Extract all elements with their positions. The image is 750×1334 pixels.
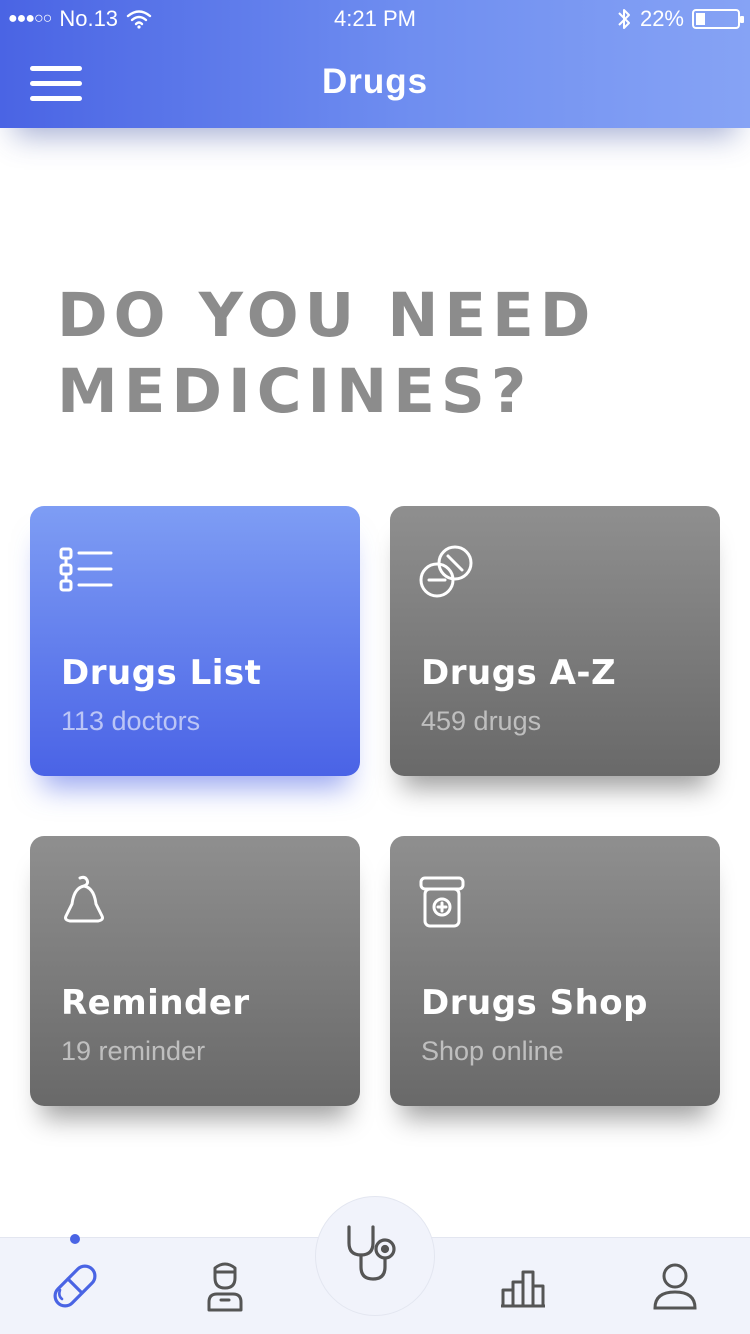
- medicine-bottle-icon: [419, 876, 465, 928]
- battery-level: [696, 13, 705, 25]
- card-subtitle: Shop online: [421, 1036, 564, 1066]
- hero-line-2: MEDICINES?: [57, 356, 533, 427]
- stethoscope-icon: [347, 1225, 396, 1281]
- bar-chart-icon: [501, 1270, 545, 1308]
- tab-stats[interactable]: [495, 1256, 555, 1316]
- pills-icon: [419, 545, 473, 598]
- bluetooth-icon: [618, 9, 630, 29]
- reminder-card[interactable]: Reminder 19 reminder: [30, 836, 360, 1106]
- hero-heading: DO YOU NEED MEDICINES?: [57, 278, 697, 430]
- card-subtitle: 19 reminder: [61, 1036, 206, 1066]
- status-right: 22%: [616, 6, 744, 32]
- bell-icon: [64, 875, 104, 923]
- tab-drugs[interactable]: [45, 1256, 105, 1316]
- checklist-icon: [59, 547, 113, 592]
- card-title: Drugs List: [61, 653, 262, 693]
- tab-checkup[interactable]: [315, 1196, 435, 1316]
- drugs-a-z-card[interactable]: Drugs A-Z 459 drugs: [390, 506, 720, 776]
- card-title: Drugs A-Z: [421, 653, 617, 693]
- status-bar: ●●●○○ No.13 4:21 PM 22%: [0, 0, 750, 40]
- battery-icon: [692, 9, 744, 29]
- drugs-list-card[interactable]: Drugs List 113 doctors: [30, 506, 360, 776]
- card-subtitle: 113 doctors: [61, 706, 201, 736]
- hero-line-1: DO YOU NEED: [57, 280, 597, 351]
- active-tab-indicator: [70, 1234, 80, 1244]
- card-title: Reminder: [61, 983, 250, 1023]
- card-subtitle: 459 drugs: [421, 706, 542, 736]
- page-title: Drugs: [321, 62, 429, 101]
- tab-profile[interactable]: [645, 1256, 705, 1316]
- drugs-shop-card[interactable]: Drugs Shop Shop online: [390, 836, 720, 1106]
- app-header: ●●●○○ No.13 4:21 PM 22% Drugs: [0, 0, 750, 128]
- battery-percent: 22%: [639, 6, 684, 31]
- card-title: Drugs Shop: [421, 983, 648, 1023]
- user-icon: [653, 1263, 697, 1310]
- doctor-icon: [207, 1262, 243, 1312]
- pill-icon: [53, 1264, 97, 1308]
- tab-doctors[interactable]: [195, 1256, 255, 1316]
